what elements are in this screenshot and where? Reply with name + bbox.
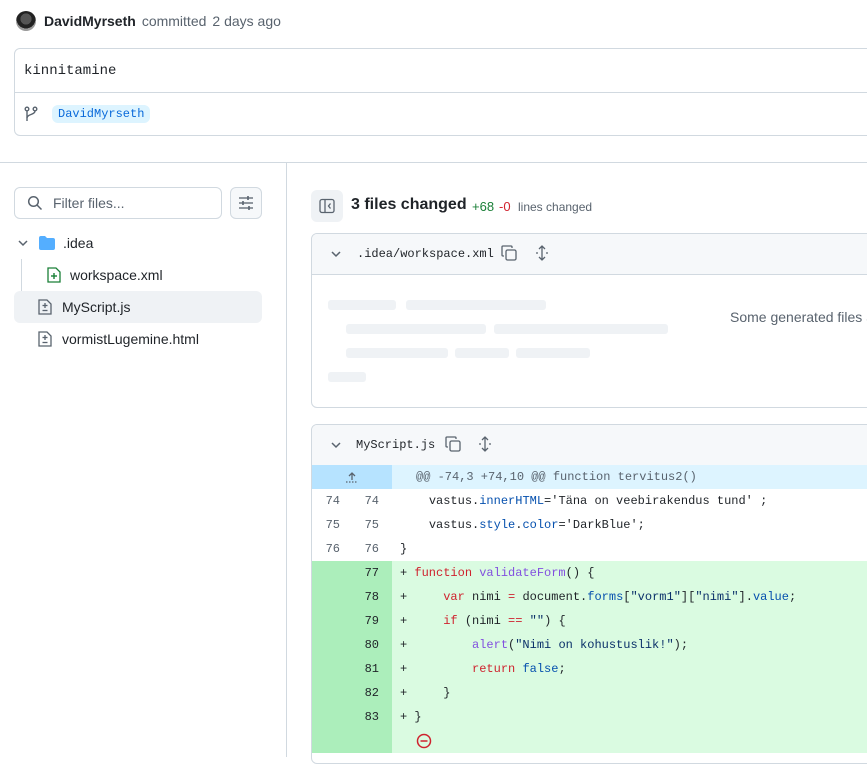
file-added-icon bbox=[47, 267, 61, 283]
commit-time[interactable]: 2 days ago bbox=[212, 13, 281, 29]
file-diff-icon bbox=[38, 331, 52, 347]
skeleton-bar bbox=[346, 324, 486, 334]
new-line-number[interactable]: 75 bbox=[343, 518, 379, 532]
new-line-number[interactable]: 78 bbox=[343, 590, 379, 604]
filter-settings-button[interactable] bbox=[230, 187, 262, 219]
expand-all-icon[interactable] bbox=[477, 436, 493, 452]
diff-line[interactable]: 76 76 } bbox=[312, 537, 867, 561]
hunk-header-text: @@ -74,3 +74,10 @@ function tervitus2() bbox=[416, 470, 697, 484]
diff-file-header: .idea/workspace.xml bbox=[312, 234, 867, 275]
divider bbox=[15, 92, 867, 93]
git-branch-icon bbox=[24, 106, 38, 121]
branch-badge[interactable]: DavidMyrseth bbox=[52, 105, 151, 123]
no-newline-icon bbox=[416, 733, 432, 749]
skeleton-bar bbox=[494, 324, 668, 334]
filter-files-input[interactable] bbox=[51, 194, 215, 212]
code-content: vastus.style.color='DarkBlue'; bbox=[428, 518, 645, 532]
diff-line-added[interactable]: 82 + } bbox=[312, 681, 867, 705]
tree-file-workspace-xml[interactable]: workspace.xml bbox=[14, 259, 262, 291]
diff-file-workspace-xml: .idea/workspace.xml Some generated files… bbox=[311, 233, 867, 408]
new-line-number[interactable]: 77 bbox=[343, 566, 379, 580]
code-content: } bbox=[400, 542, 408, 556]
copy-icon[interactable] bbox=[501, 245, 517, 261]
tree-file-label: MyScript.js bbox=[62, 299, 131, 315]
new-line-number[interactable]: 81 bbox=[343, 662, 379, 676]
diff-file-name[interactable]: .idea/workspace.xml bbox=[357, 247, 494, 261]
diff-line-added bbox=[312, 729, 867, 753]
old-line-number[interactable]: 75 bbox=[312, 518, 340, 532]
expand-all-icon[interactable] bbox=[534, 245, 550, 261]
line-gutter bbox=[312, 729, 392, 753]
avatar[interactable] bbox=[16, 11, 36, 31]
new-line-number[interactable]: 79 bbox=[343, 614, 379, 628]
diff-file-myscript: MyScript.js @@ -74,3 +74,10 @@ function … bbox=[311, 424, 867, 764]
skeleton-bar bbox=[328, 372, 366, 382]
code-content: + function validateForm() { bbox=[400, 566, 595, 580]
code-content: + return false; bbox=[400, 662, 566, 676]
diff-line-added[interactable]: 83 + } bbox=[312, 705, 867, 729]
copy-icon[interactable] bbox=[445, 436, 461, 452]
tree-folder-label: .idea bbox=[63, 235, 94, 251]
folder-icon bbox=[39, 236, 55, 250]
search-icon bbox=[27, 195, 43, 211]
divider bbox=[0, 162, 867, 163]
file-diff-icon bbox=[38, 299, 52, 315]
commit-author[interactable]: DavidMyrseth bbox=[44, 13, 136, 29]
old-line-number[interactable]: 74 bbox=[312, 494, 340, 508]
chevron-down-icon[interactable] bbox=[17, 237, 29, 249]
commit-meta: DavidMyrseth committed 2 days ago bbox=[16, 10, 281, 32]
diff-line-added[interactable]: 81 + return false; bbox=[312, 657, 867, 681]
files-changed-count: 3 files changed bbox=[351, 196, 467, 213]
code-content: + alert("Nimi on kohustuslik!"); bbox=[400, 638, 689, 652]
tree-file-label: workspace.xml bbox=[70, 267, 163, 283]
generated-files-note: Some generated files a bbox=[730, 309, 867, 325]
lines-changed-label: lines changed bbox=[518, 200, 593, 214]
hunk-header: @@ -74,3 +74,10 @@ function tervitus2() bbox=[312, 465, 867, 489]
chevron-down-icon[interactable] bbox=[330, 248, 342, 260]
commit-message: kinnitamine bbox=[24, 63, 117, 79]
diff-line-added[interactable]: 77 + function validateForm() { bbox=[312, 561, 867, 585]
commit-box: kinnitamine DavidMyrseth bbox=[14, 48, 867, 136]
skeleton-bar bbox=[516, 348, 590, 358]
sliders-icon bbox=[239, 196, 253, 210]
skeleton-bar bbox=[346, 348, 448, 358]
old-line-number[interactable]: 76 bbox=[312, 542, 340, 556]
additions-count: +68 bbox=[472, 199, 495, 214]
code-content: + } bbox=[400, 710, 422, 724]
expand-up-button[interactable] bbox=[312, 465, 392, 489]
new-line-number[interactable]: 76 bbox=[343, 542, 379, 556]
code-content: + var nimi = document.forms["vorm1"]["ni… bbox=[400, 590, 797, 604]
new-line-number[interactable]: 83 bbox=[343, 710, 379, 724]
code-content: + if (nimi == "") { bbox=[400, 614, 566, 628]
diff-line-added[interactable]: 78 + var nimi = document.forms["vorm1"][… bbox=[312, 585, 867, 609]
diff-file-name[interactable]: MyScript.js bbox=[356, 438, 435, 452]
new-line-number[interactable]: 74 bbox=[343, 494, 379, 508]
divider bbox=[286, 162, 287, 757]
tree-folder-idea[interactable]: .idea bbox=[14, 227, 262, 259]
new-line-number[interactable]: 80 bbox=[343, 638, 379, 652]
commit-action: committed bbox=[141, 13, 207, 29]
code-content: vastus.innerHTML='Täna on veebirakendus … bbox=[428, 494, 768, 508]
tree-file-myscript[interactable]: MyScript.js bbox=[14, 291, 262, 323]
sidebar-collapse-icon bbox=[319, 198, 335, 214]
chevron-down-icon[interactable] bbox=[330, 439, 342, 451]
toggle-file-tree-button[interactable] bbox=[311, 190, 343, 222]
tree-file-label: vormistLugemine.html bbox=[62, 331, 199, 347]
filter-files-field[interactable] bbox=[14, 187, 222, 219]
diff-line-added[interactable]: 79 + if (nimi == "") { bbox=[312, 609, 867, 633]
diff-line[interactable]: 74 74 vastus.innerHTML='Täna on veebirak… bbox=[312, 489, 867, 513]
diff-line[interactable]: 75 75 vastus.style.color='DarkBlue'; bbox=[312, 513, 867, 537]
diff-file-header: MyScript.js bbox=[312, 425, 867, 466]
diff-line-added[interactable]: 80 + alert("Nimi on kohustuslik!"); bbox=[312, 633, 867, 657]
new-line-number[interactable]: 82 bbox=[343, 686, 379, 700]
skeleton-bar bbox=[328, 300, 396, 310]
skeleton-bar bbox=[455, 348, 509, 358]
deletions-count: -0 bbox=[499, 199, 511, 214]
skeleton-bar bbox=[406, 300, 546, 310]
code-content: + } bbox=[400, 686, 451, 700]
expand-up-icon bbox=[346, 472, 358, 483]
tree-file-vormistlugemine[interactable]: vormistLugemine.html bbox=[14, 323, 262, 355]
